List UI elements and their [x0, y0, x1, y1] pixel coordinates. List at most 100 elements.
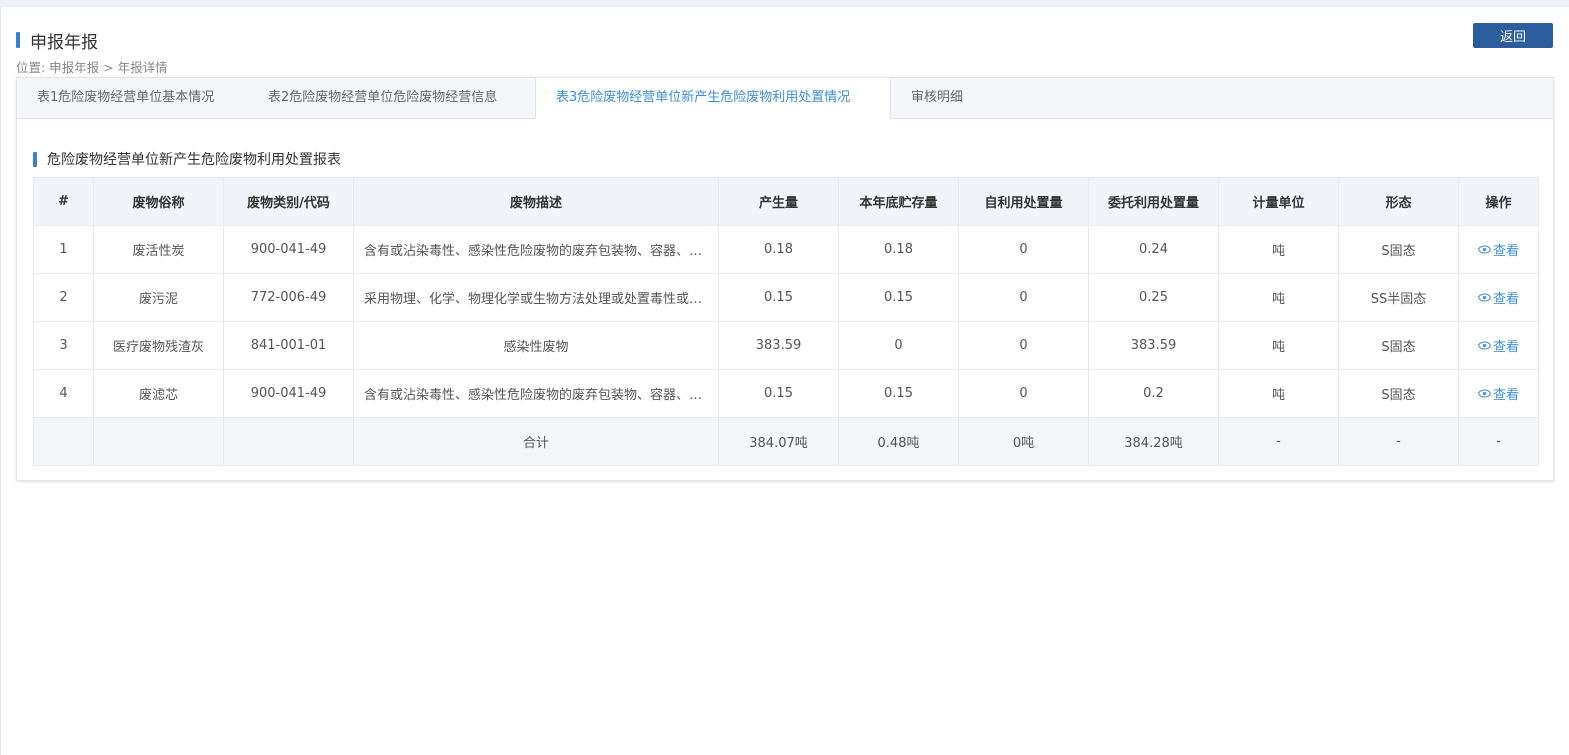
view-link[interactable]: 查看 [1478, 240, 1519, 259]
column-header: # [33, 177, 94, 226]
waste-table: # 废物俗称 废物类别/代码 废物描述 产生量 本年底贮存量 自利用处置量 委托… [33, 177, 1539, 466]
cell-waste-name: 废滤芯 [93, 369, 224, 418]
tab-table3[interactable]: 表3危险废物经营单位新产生危险废物利用处置情况 [535, 78, 891, 119]
cell-self-disposed: 0 [958, 369, 1089, 418]
cell-action: 查看 [1458, 369, 1539, 418]
table-row: 3 医疗废物残渣灰 841-001-01 感染性废物 383.59 0 0 38… [33, 321, 1539, 370]
cell-action: 查看 [1458, 273, 1539, 322]
page: 申报年报 返回 位置: 申报年报 > 年报详情 表1危险废物经营单位基本情况 表… [0, 7, 1569, 755]
cell-self-disposed: 0 [958, 273, 1089, 322]
cell-entrusted: 0.24 [1088, 225, 1219, 274]
column-header: 操作 [1458, 177, 1539, 226]
section-title-text: 危险废物经营单位新产生危险废物利用处置报表 [47, 152, 341, 168]
table-row: 1 废活性炭 900-041-49 含有或沾染毒性、感染性危险废物的废弃包装物、… [33, 225, 1539, 274]
total-label: 合计 [353, 417, 719, 466]
cell-description: 含有或沾染毒性、感染性危险废物的废弃包装物、容器、过滤吸附介质 [353, 225, 719, 274]
view-link[interactable]: 查看 [1478, 336, 1519, 355]
cell-waste-code: 900-041-49 [223, 369, 354, 418]
page-title: 申报年报 [30, 32, 98, 53]
page-title-bar: 申报年报 [16, 27, 98, 53]
total-action: - [1458, 417, 1539, 466]
cell-unit: 吨 [1218, 369, 1339, 418]
table-header-row: # 废物俗称 废物类别/代码 废物描述 产生量 本年底贮存量 自利用处置量 委托… [33, 177, 1539, 226]
table-total-row: 合计 384.07吨 0.48吨 0吨 384.28吨 - - - [33, 417, 1539, 466]
cell-waste-name: 废活性炭 [93, 225, 224, 274]
cell-generated: 0.15 [718, 369, 839, 418]
view-link-label: 查看 [1492, 292, 1519, 307]
cell-form: S固态 [1338, 369, 1459, 418]
cell-self-disposed: 0 [958, 321, 1089, 370]
column-header: 废物描述 [353, 177, 719, 226]
cell-action: 查看 [1458, 321, 1539, 370]
view-link-label: 查看 [1492, 388, 1519, 403]
cell-description: 采用物理、化学、物理化学或生物方法处理或处置毒性或感染性危险废物 [353, 273, 719, 322]
column-header: 形态 [1338, 177, 1459, 226]
cell-waste-code: 841-001-01 [223, 321, 354, 370]
cell-form: SS半固态 [1338, 273, 1459, 322]
cell-unit: 吨 [1218, 321, 1339, 370]
total-cell [33, 417, 94, 466]
tab-bar: 表1危险废物经营单位基本情况 表2危险废物经营单位危险废物经营信息 表3危险废物… [17, 78, 1553, 119]
total-entrusted: 384.28吨 [1088, 417, 1219, 466]
total-unit: - [1218, 417, 1339, 466]
view-link[interactable]: 查看 [1478, 384, 1519, 403]
cell-unit: 吨 [1218, 273, 1339, 322]
total-cell [223, 417, 354, 466]
view-link-label: 查看 [1492, 244, 1519, 259]
column-header: 自利用处置量 [958, 177, 1089, 226]
cell-generated: 383.59 [718, 321, 839, 370]
cell-entrusted: 383.59 [1088, 321, 1219, 370]
eye-icon [1478, 245, 1491, 254]
table-row: 2 废污泥 772-006-49 采用物理、化学、物理化学或生物方法处理或处置毒… [33, 273, 1539, 322]
view-link-label: 查看 [1492, 340, 1519, 355]
cell-action: 查看 [1458, 225, 1539, 274]
cell-form: S固态 [1338, 225, 1459, 274]
cell-generated: 0.18 [718, 225, 839, 274]
view-link[interactable]: 查看 [1478, 288, 1519, 307]
total-self-disposed: 0吨 [958, 417, 1089, 466]
cell-stored: 0 [838, 321, 959, 370]
cell-entrusted: 0.2 [1088, 369, 1219, 418]
total-form: - [1338, 417, 1459, 466]
column-header: 计量单位 [1218, 177, 1339, 226]
section-marker [33, 151, 37, 167]
cell-index: 2 [33, 273, 94, 322]
cell-waste-name: 废污泥 [93, 273, 224, 322]
breadcrumb: 位置: 申报年报 > 年报详情 [16, 60, 168, 75]
cell-entrusted: 0.25 [1088, 273, 1219, 322]
tab-review-details[interactable]: 审核明细 [891, 78, 991, 118]
column-header: 本年底贮存量 [838, 177, 959, 226]
eye-icon [1478, 389, 1491, 398]
cell-self-disposed: 0 [958, 225, 1089, 274]
report-panel: 表1危险废物经营单位基本情况 表2危险废物经营单位危险废物经营信息 表3危险废物… [16, 77, 1554, 481]
cell-waste-name: 医疗废物残渣灰 [93, 321, 224, 370]
total-cell [93, 417, 224, 466]
cell-waste-code: 772-006-49 [223, 273, 354, 322]
back-button[interactable]: 返回 [1473, 23, 1553, 48]
cell-generated: 0.15 [718, 273, 839, 322]
cell-index: 1 [33, 225, 94, 274]
eye-icon [1478, 341, 1491, 350]
cell-index: 3 [33, 321, 94, 370]
table-row: 4 废滤芯 900-041-49 含有或沾染毒性、感染性危险废物的废弃包装物、容… [33, 369, 1539, 418]
column-header: 产生量 [718, 177, 839, 226]
total-stored: 0.48吨 [838, 417, 959, 466]
cell-unit: 吨 [1218, 225, 1339, 274]
title-marker [16, 32, 20, 48]
total-generated: 384.07吨 [718, 417, 839, 466]
cell-waste-code: 900-041-49 [223, 225, 354, 274]
cell-form: S固态 [1338, 321, 1459, 370]
cell-stored: 0.15 [838, 369, 959, 418]
tab-table2[interactable]: 表2危险废物经营单位危险废物经营信息 [248, 78, 535, 118]
section-title: 危险废物经营单位新产生危险废物利用处置报表 [33, 150, 341, 168]
cell-stored: 0.18 [838, 225, 959, 274]
cell-index: 4 [33, 369, 94, 418]
cell-stored: 0.15 [838, 273, 959, 322]
column-header: 委托利用处置量 [1088, 177, 1219, 226]
column-header: 废物俗称 [93, 177, 224, 226]
column-header: 废物类别/代码 [223, 177, 354, 226]
tab-table1[interactable]: 表1危险废物经营单位基本情况 [17, 78, 248, 118]
cell-description: 感染性废物 [353, 321, 719, 370]
eye-icon [1478, 293, 1491, 302]
cell-description: 含有或沾染毒性、感染性危险废物的废弃包装物、容器、过滤吸附介质 [353, 369, 719, 418]
